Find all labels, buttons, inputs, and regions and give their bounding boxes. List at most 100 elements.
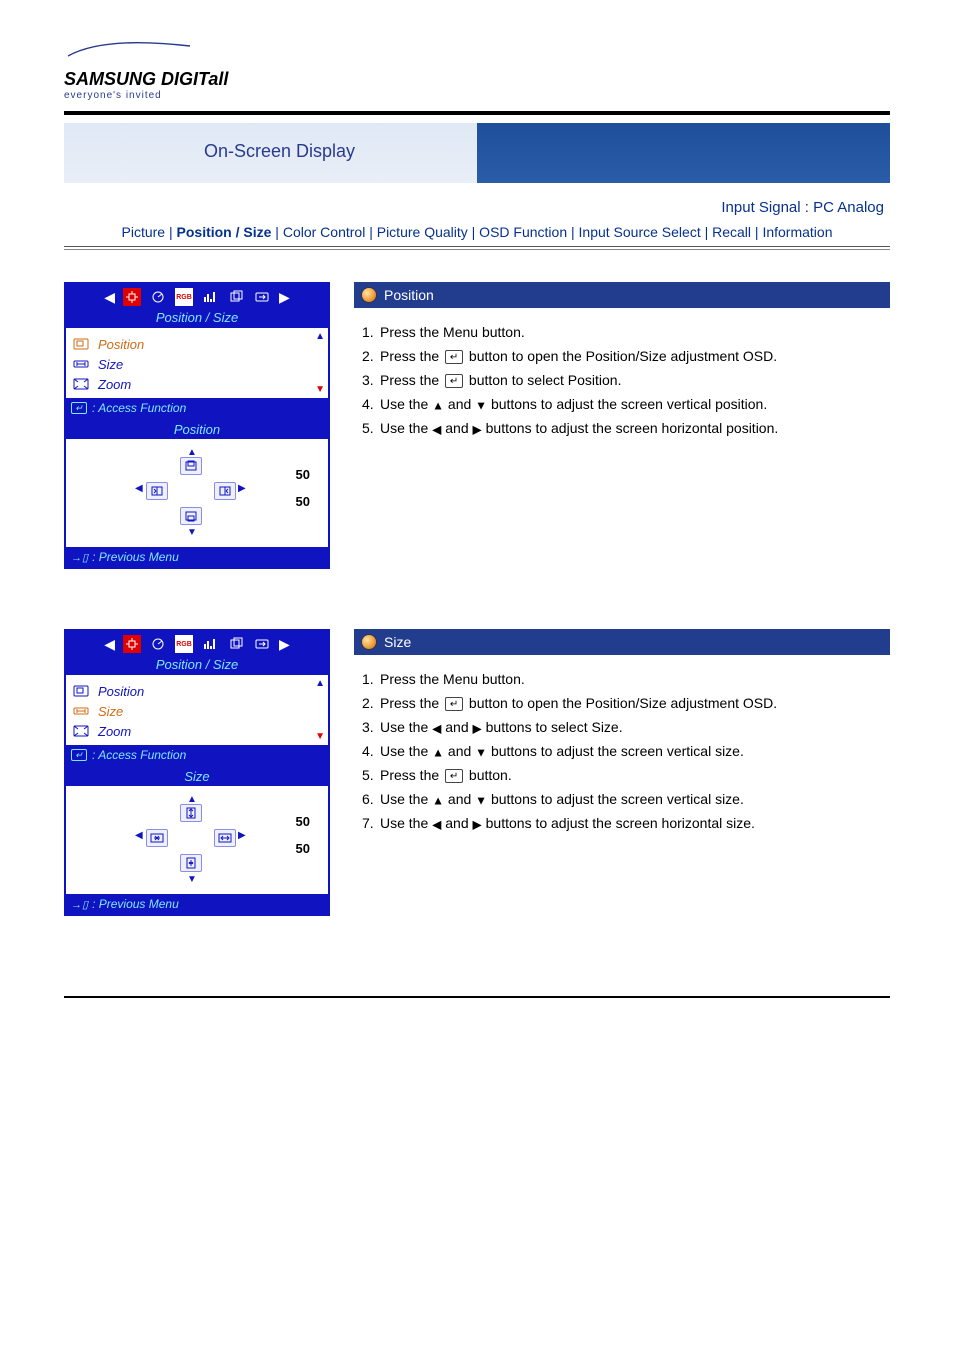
value-vertical: 50 <box>296 814 310 829</box>
osd-previous-menu-hint: →▯ : Previous Menu <box>66 894 328 914</box>
scroll-up-icon: ▲ <box>315 678 325 689</box>
divider <box>64 246 890 250</box>
osd-access-hint: ↵ : Access Function <box>66 745 328 765</box>
osd-access-hint: ↵ : Access Function <box>66 398 328 418</box>
osd-hint-text: : Access Function <box>92 401 186 415</box>
up-arrow-icon: ▲ <box>432 745 444 759</box>
right-arrow-icon: ▶ <box>473 817 482 831</box>
position-control-pad: ▲ ▼ ◀ ▶ <box>136 447 246 527</box>
scroll-down-icon: ▼ <box>315 384 325 395</box>
list-item-label: Size <box>98 704 123 719</box>
up-arrow-icon: ▲ <box>432 793 444 807</box>
banner: On-Screen Display <box>64 123 890 183</box>
left-arrow-icon: ◀ <box>432 422 441 436</box>
list-item-label: Size <box>98 357 123 372</box>
color-icon <box>149 288 167 306</box>
right-arrow-icon: ▶ <box>238 483 246 494</box>
quality-icon <box>201 288 219 306</box>
prev-menu-text: : Previous Menu <box>92 550 179 564</box>
exit-icon: →▯ <box>71 551 88 564</box>
size-h-expand-icon <box>214 829 236 847</box>
value-horizontal: 50 <box>296 841 310 856</box>
enter-key-icon: ↵ <box>445 697 463 711</box>
pos-up-icon <box>180 457 202 475</box>
logo-swoosh-icon <box>64 40 194 60</box>
right-arrow-icon: ▶ <box>473 721 482 735</box>
position-icon <box>72 337 90 351</box>
exit-icon: →▯ <box>71 898 88 911</box>
list-item-label: Position <box>98 337 144 352</box>
osd-menu-title: Position / Size <box>66 310 328 328</box>
position-size-tab-icon <box>123 288 141 306</box>
right-arrow-icon: ▶ <box>473 422 482 436</box>
brand-name: SAMSUNG DIGITall <box>64 69 890 90</box>
source-icon <box>253 635 271 653</box>
size-control-pad: ▲ ▼ ◀ ▶ <box>136 794 246 874</box>
up-arrow-icon: ▲ <box>432 398 444 412</box>
zoom-icon <box>72 724 90 738</box>
enter-key-icon: ↵ <box>445 769 463 783</box>
left-arrow-icon: ◀ <box>135 483 143 494</box>
osd-icon-row: ◀ RGB <box>66 631 328 657</box>
enter-key-icon: ↵ <box>71 402 87 414</box>
down-arrow-icon: ▼ <box>187 874 197 885</box>
pos-right-icon <box>214 482 236 500</box>
list-item-label: Position <box>98 684 144 699</box>
nav-left-icon: ◀ <box>104 636 115 653</box>
osd-subpanel-title: Size <box>66 767 328 786</box>
osd-subpanel-title: Position <box>66 420 328 439</box>
list-item-label: Zoom <box>98 724 131 739</box>
input-signal-label: Input Signal : PC Analog <box>64 199 884 216</box>
left-arrow-icon: ◀ <box>432 817 441 831</box>
position-icon <box>72 684 90 698</box>
list-item: Zoom <box>72 374 322 394</box>
pos-down-icon <box>180 507 202 525</box>
left-arrow-icon: ◀ <box>135 830 143 841</box>
enter-key-icon: ↵ <box>445 374 463 388</box>
osd-hint-text: : Access Function <box>92 748 186 762</box>
osd-func-icon <box>227 635 245 653</box>
osd-previous-menu-hint: →▯ : Previous Menu <box>66 547 328 567</box>
osd-screenshot-position: ◀ RGB <box>64 282 330 569</box>
list-item: Size <box>72 354 322 374</box>
value-vertical: 50 <box>296 467 310 482</box>
footer-divider <box>64 996 890 998</box>
list-item: Position <box>72 334 322 354</box>
page-title: On-Screen Display <box>204 141 355 162</box>
section-heading: Size <box>354 629 890 655</box>
size-icon <box>72 357 90 371</box>
bullet-icon <box>362 288 376 302</box>
zoom-icon <box>72 377 90 391</box>
size-v-shrink-icon <box>180 854 202 872</box>
divider <box>64 111 890 115</box>
size-icon <box>72 704 90 718</box>
section-heading-text: Size <box>384 634 411 650</box>
step-text: Press the Menu button. <box>380 671 525 687</box>
scroll-down-icon: ▼ <box>315 731 325 742</box>
instruction-steps: 1.Press the Menu button. 2.Press the ↵ b… <box>354 322 890 439</box>
step-text: Press the Menu button. <box>380 324 525 340</box>
size-v-expand-icon <box>180 804 202 822</box>
section-heading: Position <box>354 282 890 308</box>
osd-icon-row: ◀ RGB <box>66 284 328 310</box>
color-icon <box>149 635 167 653</box>
brand-tagline: everyone's invited <box>64 90 890 101</box>
position-size-tab-icon <box>123 635 141 653</box>
source-icon <box>253 288 271 306</box>
down-arrow-icon: ▼ <box>475 398 487 412</box>
right-arrow-icon: ▶ <box>238 830 246 841</box>
rgb-icon: RGB <box>175 288 193 306</box>
tab-position-size[interactable]: Position / Size <box>177 224 272 240</box>
nav-right-icon: ▶ <box>279 636 290 653</box>
osd-func-icon <box>227 288 245 306</box>
list-item-label: Zoom <box>98 377 131 392</box>
size-h-shrink-icon <box>146 829 168 847</box>
nav-left-icon: ◀ <box>104 289 115 306</box>
scroll-up-icon: ▲ <box>315 331 325 342</box>
list-item: Zoom <box>72 721 322 741</box>
enter-key-icon: ↵ <box>445 350 463 364</box>
nav-right-icon: ▶ <box>279 289 290 306</box>
quality-icon <box>201 635 219 653</box>
bullet-icon <box>362 635 376 649</box>
value-horizontal: 50 <box>296 494 310 509</box>
